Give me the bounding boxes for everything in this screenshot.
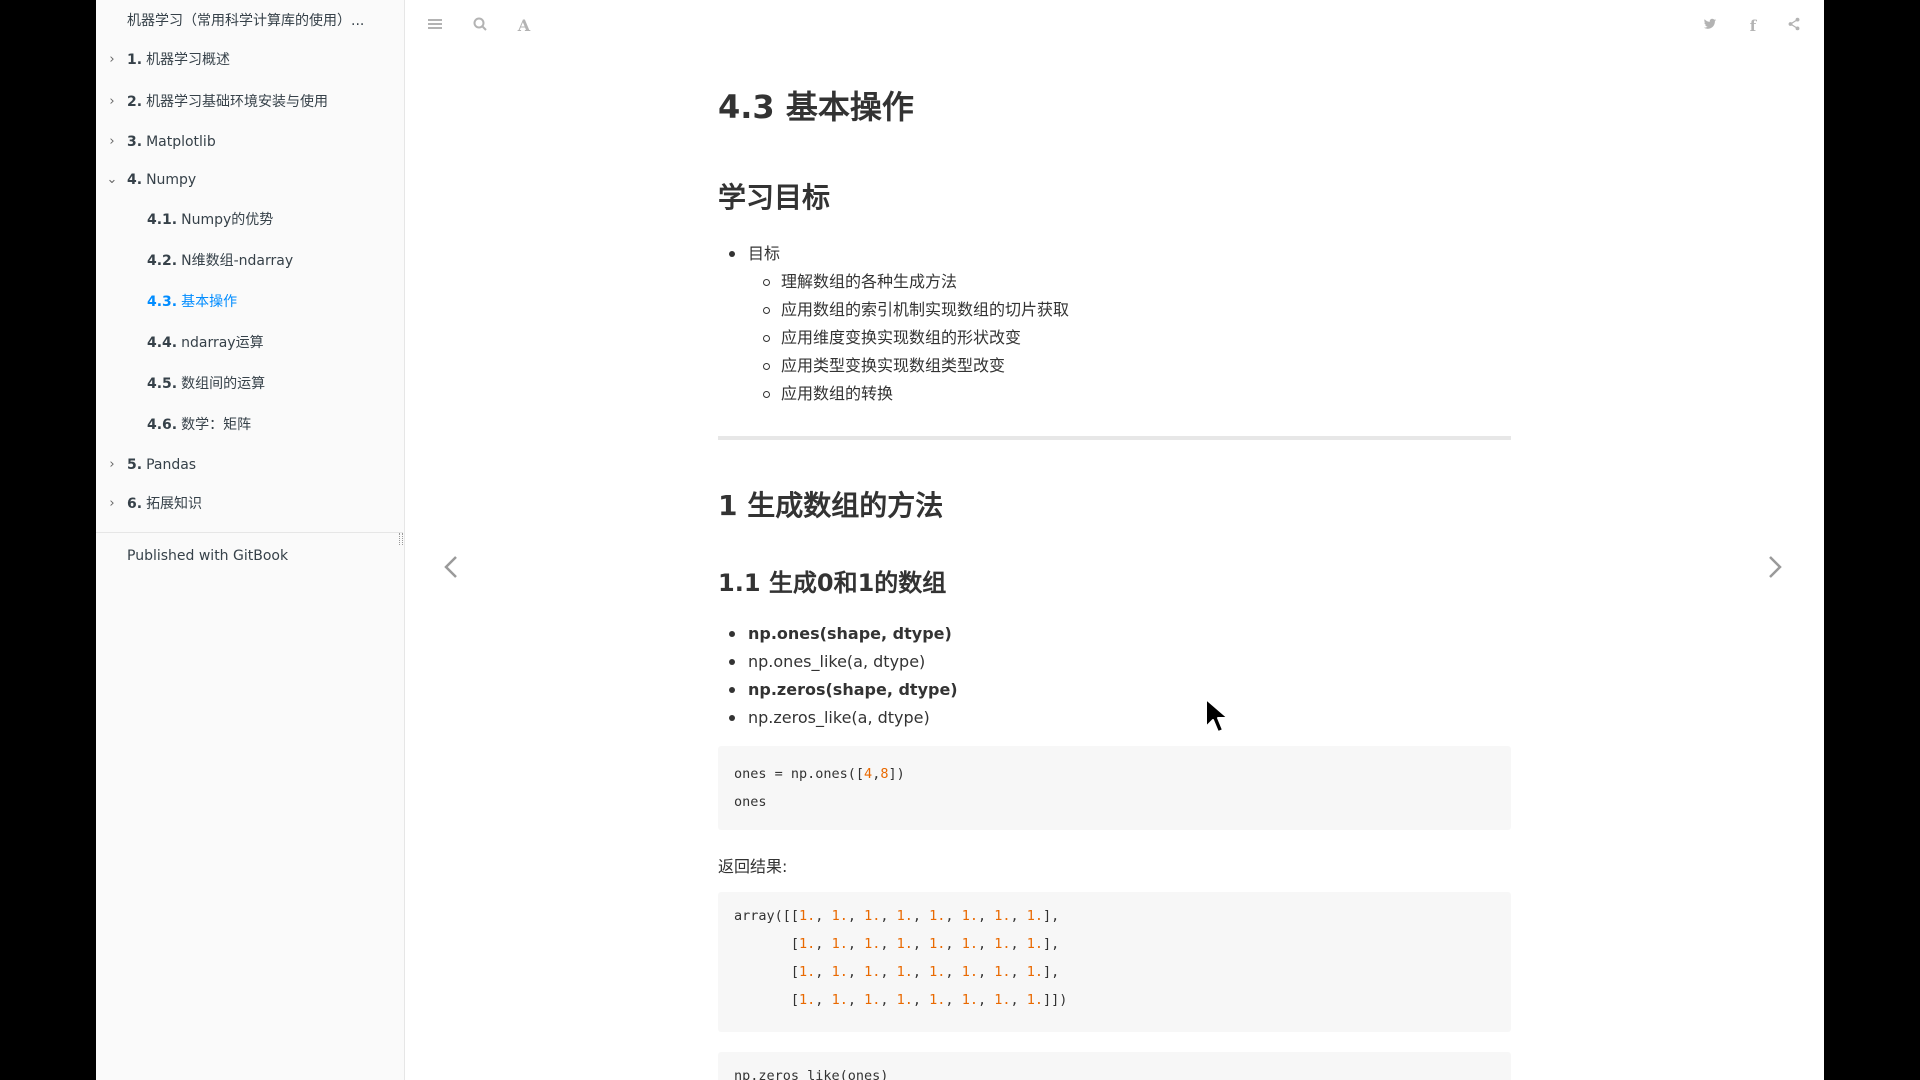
sidebar-item-basic-ops[interactable]: 4.3. 基本操作: [147, 291, 237, 313]
sidebar-item-matrix[interactable]: 4.6. 数学：矩阵: [147, 414, 251, 436]
browser-window: 机器学习（常用科学计算库的使用）... › 1. 机器学习概述 › 2. 机器学习基…: [96, 0, 1824, 1080]
menu-icon[interactable]: [425, 16, 445, 36]
book-title[interactable]: 机器学习（常用科学计算库的使用）...: [127, 10, 392, 30]
share-icon[interactable]: [1784, 16, 1804, 36]
page-title: 4.3 基本操作: [718, 88, 914, 126]
list-item: np.ones(shape, dtype): [729, 623, 952, 645]
sidebar-item-numpy[interactable]: 4. Numpy: [127, 169, 196, 191]
code-block: ones = np.ones([4,8]) ones: [718, 746, 1511, 830]
twitter-icon[interactable]: [1700, 16, 1720, 36]
result-label: 返回结果:: [718, 857, 788, 876]
previous-page-arrow-icon[interactable]: [436, 545, 466, 589]
chevron-right-icon[interactable]: ›: [106, 131, 118, 153]
sidebar-item-numpy-advantages[interactable]: 4.1. Numpy的优势: [147, 209, 273, 231]
bullet: [763, 363, 770, 370]
horizontal-rule: [718, 436, 1511, 440]
font-settings-icon[interactable]: A: [514, 16, 534, 36]
bullet: [729, 631, 735, 637]
published-with-gitbook-link[interactable]: Published with GitBook: [127, 548, 288, 564]
sidebar-item-ndarray[interactable]: 4.2. N维数组-ndarray: [147, 250, 293, 272]
bullet: [763, 307, 770, 314]
code-line: array([[1., 1., 1., 1., 1., 1., 1., 1.],: [734, 908, 1060, 924]
next-page-arrow-icon[interactable]: [1760, 545, 1790, 589]
bullet: [763, 391, 770, 398]
list-item: 理解数组的各种生成方法: [763, 271, 957, 293]
sidebar: 机器学习（常用科学计算库的使用）... › 1. 机器学习概述 › 2. 机器学习基…: [96, 0, 405, 1080]
code-line: ones = np.ones([4,8]): [734, 766, 905, 782]
heading-section-1-1: 1.1 生成0和1的数组: [718, 569, 947, 597]
bullet: [729, 251, 735, 257]
chevron-right-icon[interactable]: ›: [106, 49, 118, 71]
code-line: [1., 1., 1., 1., 1., 1., 1., 1.],: [734, 964, 1060, 980]
list-item: 目标: [729, 243, 780, 265]
code-block: np.zeros_like(ones): [718, 1052, 1511, 1080]
list-item: 应用维度变换实现数组的形状改变: [763, 327, 1021, 349]
chevron-right-icon[interactable]: ›: [106, 454, 118, 476]
sidebar-resize-handle[interactable]: [399, 533, 403, 545]
code-line: [1., 1., 1., 1., 1., 1., 1., 1.],: [734, 936, 1060, 952]
heading-section-1: 1 生成数组的方法: [718, 489, 944, 522]
list-item: 应用数组的索引机制实现数组的切片获取: [763, 299, 1069, 321]
mouse-pointer-icon: [1204, 697, 1232, 737]
code-line: ones: [734, 794, 767, 810]
sidebar-item-matplotlib[interactable]: 3. Matplotlib: [127, 131, 216, 153]
sidebar-item-pandas[interactable]: 5. Pandas: [127, 454, 196, 476]
bullet: [763, 279, 770, 286]
chevron-down-icon[interactable]: ⌄: [106, 169, 118, 191]
facebook-icon[interactable]: f: [1743, 16, 1763, 36]
list-item: np.zeros(shape, dtype): [729, 679, 958, 701]
heading-learning-goals: 学习目标: [718, 181, 831, 214]
sidebar-item-extensions[interactable]: 6. 拓展知识: [127, 493, 202, 515]
list-item: np.zeros_like(a, dtype): [729, 707, 930, 729]
bullet: [763, 335, 770, 342]
bullet: [729, 715, 735, 721]
search-icon[interactable]: [470, 16, 490, 36]
chevron-right-icon[interactable]: ›: [106, 91, 118, 113]
code-line: np.zeros_like(ones): [734, 1068, 889, 1080]
bullet: [729, 659, 735, 665]
sidebar-item-env-setup[interactable]: 2. 机器学习基础环境安装与使用: [127, 91, 328, 113]
list-item: 应用类型变换实现数组类型改变: [763, 355, 1005, 377]
list-item: np.ones_like(a, dtype): [729, 651, 925, 673]
sidebar-item-array-ops[interactable]: 4.5. 数组间的运算: [147, 373, 265, 395]
chevron-right-icon[interactable]: ›: [106, 493, 118, 515]
list-item: 应用数组的转换: [763, 383, 893, 405]
sidebar-divider: [96, 532, 403, 533]
output-block: array([[1., 1., 1., 1., 1., 1., 1., 1.],…: [718, 892, 1511, 1032]
sidebar-item-ml-overview[interactable]: 1. 机器学习概述: [127, 49, 230, 71]
code-line: [1., 1., 1., 1., 1., 1., 1., 1.]]): [734, 992, 1068, 1008]
sidebar-item-ndarray-ops[interactable]: 4.4. ndarray运算: [147, 332, 264, 354]
bullet: [729, 687, 735, 693]
